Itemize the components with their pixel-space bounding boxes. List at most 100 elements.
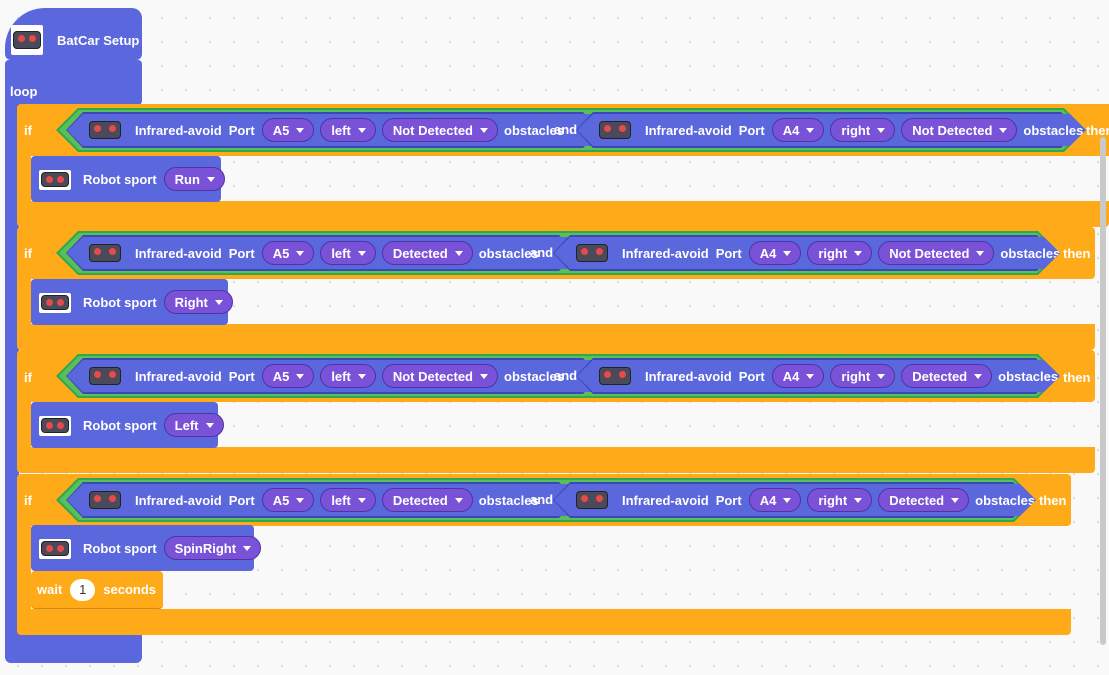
robot-sport-icon xyxy=(39,539,71,559)
robot-car-icon xyxy=(89,244,121,262)
sensor-label: Infrared-avoid xyxy=(622,245,709,261)
and-label: and xyxy=(554,122,578,137)
state-dropdown[interactable]: Detected xyxy=(878,488,969,512)
if-block-1-arm xyxy=(17,156,31,204)
sensor-label: Infrared-avoid xyxy=(135,492,222,508)
and-operator-1[interactable]: Infrared-avoid Port A5 left Not Detected… xyxy=(56,108,1086,152)
robot-car-icon xyxy=(599,367,631,385)
port-dropdown[interactable]: A4 xyxy=(772,118,825,142)
sport-dropdown[interactable]: Right xyxy=(163,290,233,314)
infrared-sensor-right-3[interactable]: Infrared-avoid Port A4 right Detected ob… xyxy=(577,360,1074,392)
port-dropdown[interactable]: A4 xyxy=(749,241,802,265)
port-label: Port xyxy=(228,368,255,384)
infrared-sensor-left-2[interactable]: Infrared-avoid Port A5 left Detected obs… xyxy=(67,237,597,269)
port-dropdown[interactable]: A4 xyxy=(749,488,802,512)
if-label: if xyxy=(24,493,32,508)
if-block-1-bottom xyxy=(17,201,1109,227)
side-dropdown[interactable]: right xyxy=(807,241,872,265)
side-dropdown[interactable]: right xyxy=(830,118,895,142)
robot-car-icon xyxy=(41,172,69,187)
setup-label: BatCar Setup xyxy=(57,33,140,48)
then-label: then xyxy=(1063,246,1091,261)
sensor-label: Infrared-avoid xyxy=(645,122,732,138)
port-dropdown[interactable]: A5 xyxy=(262,118,315,142)
robot-car-icon xyxy=(599,121,631,139)
infrared-sensor-right-2[interactable]: Infrared-avoid Port A4 right Not Detecte… xyxy=(554,237,1075,269)
infrared-sensor-left-4[interactable]: Infrared-avoid Port A5 left Detected obs… xyxy=(67,484,597,516)
infrared-sensor-left-1[interactable]: Infrared-avoid Port A5 left Not Detected… xyxy=(67,114,621,146)
sensor-label: Infrared-avoid xyxy=(135,245,222,261)
port-label: Port xyxy=(738,122,765,138)
robot-sport-block-2[interactable]: Robot sport Right xyxy=(31,279,233,325)
port-dropdown[interactable]: A4 xyxy=(772,364,825,388)
obstacles-label: obstacles xyxy=(975,492,1036,508)
sensor-label: Infrared-avoid xyxy=(645,368,732,384)
state-dropdown[interactable]: Not Detected xyxy=(878,241,994,265)
state-dropdown[interactable]: Not Detected xyxy=(901,118,1017,142)
seconds-label: seconds xyxy=(103,582,156,597)
port-label: Port xyxy=(715,245,742,261)
robot-sport-block-3[interactable]: Robot sport Left xyxy=(31,402,224,448)
sport-dropdown[interactable]: Run xyxy=(163,167,225,191)
infrared-sensor-right-1[interactable]: Infrared-avoid Port A4 right Not Detecte… xyxy=(577,114,1099,146)
sensor-label: Infrared-avoid xyxy=(622,492,709,508)
state-dropdown[interactable]: Detected xyxy=(901,364,992,388)
side-dropdown[interactable]: left xyxy=(320,241,376,265)
and-operator-4[interactable]: Infrared-avoid Port A5 left Detected obs… xyxy=(56,478,1036,522)
robot-sport-icon xyxy=(39,416,71,436)
robot-sport-icon xyxy=(39,170,71,190)
then-label: then xyxy=(1039,493,1067,508)
robot-car-icon xyxy=(576,491,608,509)
sport-dropdown[interactable]: Left xyxy=(163,413,224,437)
obstacles-label: obstacles xyxy=(1000,245,1061,261)
robot-sport-block-1[interactable]: Robot sport Run xyxy=(31,156,225,202)
loop-bottom-arm xyxy=(5,633,142,663)
state-dropdown[interactable]: Not Detected xyxy=(382,118,498,142)
then-label: then xyxy=(1063,370,1091,385)
side-dropdown[interactable]: left xyxy=(320,118,376,142)
and-operator-2[interactable]: Infrared-avoid Port A5 left Detected obs… xyxy=(56,231,1060,275)
sport-dropdown[interactable]: SpinRight xyxy=(163,536,262,560)
port-label: Port xyxy=(228,492,255,508)
infrared-sensor-left-3[interactable]: Infrared-avoid Port A5 left Not Detected… xyxy=(67,360,621,392)
if-label: if xyxy=(24,123,32,138)
robot-car-icon xyxy=(89,367,121,385)
side-dropdown[interactable]: right xyxy=(830,364,895,388)
and-label: and xyxy=(530,492,554,507)
infrared-sensor-right-4[interactable]: Infrared-avoid Port A4 right Detected ob… xyxy=(554,484,1051,516)
side-dropdown[interactable]: left xyxy=(320,488,376,512)
robot-sport-label: Robot sport xyxy=(83,171,157,187)
side-dropdown[interactable]: left xyxy=(320,364,376,388)
robot-car-icon xyxy=(41,295,69,310)
obstacles-label: obstacles xyxy=(998,368,1059,384)
then-label: then xyxy=(1086,123,1109,138)
if-block-4-arm xyxy=(17,526,31,612)
if-block-3-arm xyxy=(17,402,31,450)
state-dropdown[interactable]: Detected xyxy=(382,241,473,265)
if-label: if xyxy=(24,246,32,261)
port-label: Port xyxy=(228,122,255,138)
sensor-label: Infrared-avoid xyxy=(135,368,222,384)
if-block-2-arm xyxy=(17,279,31,327)
robot-sport-label: Robot sport xyxy=(83,294,157,310)
sensor-label: Infrared-avoid xyxy=(135,122,222,138)
robot-car-icon xyxy=(89,491,121,509)
setup-block-icon xyxy=(11,25,43,55)
state-dropdown[interactable]: Not Detected xyxy=(382,364,498,388)
and-label: and xyxy=(530,245,554,260)
vertical-scrollbar[interactable] xyxy=(1100,137,1106,645)
port-dropdown[interactable]: A5 xyxy=(262,241,315,265)
loop-label: loop xyxy=(10,84,38,99)
wait-block[interactable]: wait 1 seconds xyxy=(31,571,163,609)
state-dropdown[interactable]: Detected xyxy=(382,488,473,512)
side-dropdown[interactable]: right xyxy=(807,488,872,512)
port-dropdown[interactable]: A5 xyxy=(262,364,315,388)
robot-car-icon xyxy=(41,418,69,433)
if-block-2-bottom xyxy=(17,324,1095,350)
robot-sport-label: Robot sport xyxy=(83,540,157,556)
robot-sport-label: Robot sport xyxy=(83,417,157,433)
robot-sport-block-4[interactable]: Robot sport SpinRight xyxy=(31,525,262,571)
wait-seconds-input[interactable]: 1 xyxy=(70,578,96,601)
and-operator-3[interactable]: Infrared-avoid Port A5 left Not Detected… xyxy=(56,354,1060,398)
port-dropdown[interactable]: A5 xyxy=(262,488,315,512)
